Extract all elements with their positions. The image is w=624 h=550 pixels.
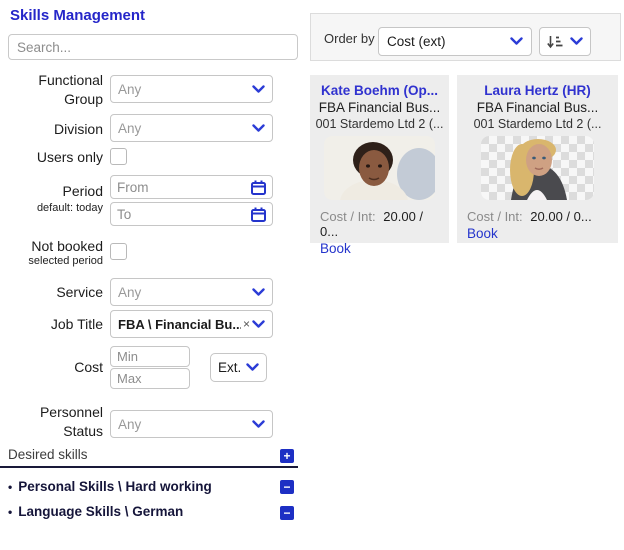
person-company: 001 Stardemo Ltd 2 (... [473,117,602,131]
cost-int-label: Cost / Int: [467,209,523,224]
cost-label: Cost [74,359,103,375]
users-only-checkbox[interactable] [110,148,127,165]
chevron-down-icon [252,287,265,296]
person-role: FBA Financial Bus... [476,100,599,115]
period-to-field[interactable] [110,202,273,226]
chevron-down-icon [570,37,583,45]
cost-currency-value: Ext. [218,360,242,375]
clear-icon[interactable]: × [243,317,250,331]
profile-photo [324,136,435,200]
functional-group-value: Any [118,81,142,97]
sort-ascending-icon [547,35,563,48]
order-bar: Order by Cost (ext) [310,13,621,61]
cost-int-value: 20.00 / 0... [530,209,592,224]
desired-skills-title: Desired skills [8,447,88,462]
search-input[interactable] [8,34,298,60]
personnel-card: Laura Hertz (HR) FBA Financial Bus... 00… [457,75,618,243]
bullet-icon: • [8,505,13,519]
chevron-down-icon [252,319,265,328]
person-role: FBA Financial Bus... [318,100,441,115]
division-value: Any [118,120,142,136]
not-booked-checkbox[interactable] [110,243,127,260]
personnel-card: Kate Boehm (Op... FBA Financial Bus... 0… [310,75,449,256]
chevron-down-icon [252,123,265,132]
period-from-input[interactable] [117,179,251,195]
period-note: default: today [36,202,103,214]
service-select[interactable]: Any [110,278,273,306]
order-by-label: Order by [324,31,375,46]
service-label: Service [56,284,103,300]
bullet-icon: • [8,480,13,494]
not-booked-note: selected period [28,255,103,267]
users-only-label: Users only [36,149,103,165]
cost-max-input[interactable] [110,368,190,389]
sort-direction-button[interactable] [539,27,591,56]
personnel-status-select[interactable]: Any [110,410,273,438]
calendar-icon[interactable] [251,179,266,195]
calendar-icon[interactable] [251,206,266,222]
not-booked-label: Not booked [31,238,103,254]
personnel-status-value: Any [118,416,142,432]
chevron-down-icon [252,84,265,93]
chevron-down-icon [510,37,523,45]
job-title-value: FBA \ Financial Bu... [118,316,241,332]
person-name-link[interactable]: Laura Hertz (HR) [457,75,618,98]
functional-group-select[interactable]: Any [110,75,273,103]
cost-int-label: Cost / Int: [320,209,376,224]
division-select[interactable]: Any [110,114,273,142]
book-link[interactable]: Book [457,224,618,241]
cost-min-input[interactable] [110,346,190,367]
book-link[interactable]: Book [310,239,449,256]
page-title: Skills Management [10,7,146,24]
desired-skill-label: Personal Skills \ Hard working [18,479,212,494]
period-to-input[interactable] [117,206,251,222]
functional-group-label: Functional Group [38,72,103,107]
add-skill-button[interactable]: + [280,449,294,463]
desired-skill-item: • Language Skills \ German [8,504,183,519]
profile-photo [481,136,594,200]
job-title-select[interactable]: FBA \ Financial Bu... × [110,310,273,338]
period-from-field[interactable] [110,175,273,199]
division-label: Division [53,121,103,137]
chevron-down-icon [252,419,265,428]
cost-row: Cost / Int: 20.00 / 0... [310,209,449,239]
skills-management-page: Skills Management Functional Group Any D… [0,0,624,550]
personnel-status-label: Personnel Status [39,404,103,439]
remove-skill-button[interactable]: − [280,506,294,520]
cost-row: Cost / Int: 20.00 / 0... [457,209,618,224]
desired-skill-label: Language Skills \ German [18,504,184,519]
cost-currency-select[interactable]: Ext. [210,353,267,382]
job-title-label: Job Title [50,316,103,332]
person-company: 001 Stardemo Ltd 2 (... [315,117,444,131]
divider [0,466,298,468]
order-by-value: Cost (ext) [387,34,446,49]
desired-skill-item: • Personal Skills \ Hard working [8,479,212,494]
period-label: Period [62,183,103,199]
remove-skill-button[interactable]: − [280,480,294,494]
chevron-down-icon [246,363,259,371]
order-by-select[interactable]: Cost (ext) [378,27,532,56]
person-name-link[interactable]: Kate Boehm (Op... [310,75,449,98]
service-value: Any [118,284,142,300]
